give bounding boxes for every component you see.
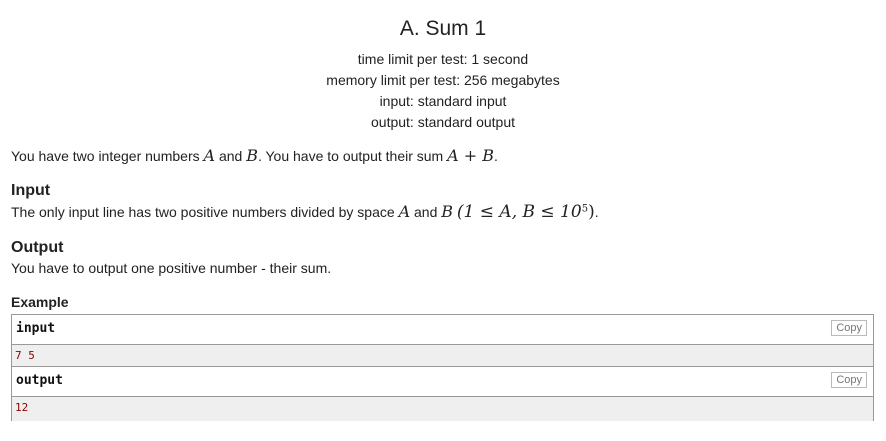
output-spec: output: standard output bbox=[371, 114, 515, 130]
problem-title: A. Sum 1 bbox=[399, 17, 487, 40]
legend-text: and bbox=[215, 148, 247, 164]
example-input-header: input Copy bbox=[12, 315, 873, 345]
legend-text: . bbox=[494, 148, 498, 164]
example-output-label: output bbox=[16, 373, 63, 388]
input-section-text: The only input line has two positive num… bbox=[11, 202, 599, 222]
math-a: A bbox=[398, 202, 411, 221]
math-b: B bbox=[441, 202, 454, 221]
math-constraint: (1 ≤ A, B ≤ 10 bbox=[456, 202, 582, 222]
output-section-title: Output bbox=[11, 239, 64, 256]
input-text: and bbox=[410, 204, 442, 220]
example-output-box: output Copy 12 bbox=[11, 366, 874, 421]
time-limit: time limit per test: 1 second bbox=[357, 51, 529, 67]
example-title: Example bbox=[11, 294, 69, 310]
problem-page: A. Sum 1 time limit per test: 1 second m… bbox=[0, 0, 886, 441]
memory-limit: memory limit per test: 256 megabytes bbox=[326, 72, 560, 88]
legend-text: . You have to output their sum bbox=[257, 148, 448, 164]
example-input-label: input bbox=[16, 321, 56, 336]
math-paren: ) bbox=[588, 202, 595, 222]
math-a: A bbox=[203, 146, 216, 165]
math-b: B bbox=[246, 146, 258, 165]
math-sum: A + B bbox=[447, 146, 494, 165]
input-text: . bbox=[594, 204, 599, 220]
legend-text: You have two integer numbers bbox=[11, 148, 204, 164]
input-spec: input: standard input bbox=[379, 93, 507, 109]
copy-output-button[interactable]: Copy bbox=[831, 372, 867, 388]
output-section-text: You have to output one positive number -… bbox=[11, 260, 332, 276]
example-input-box: input Copy 7 5 bbox=[11, 314, 874, 368]
example-input-value[interactable]: 7 5 bbox=[12, 345, 873, 368]
input-text: The only input line has two positive num… bbox=[11, 204, 399, 220]
copy-input-button[interactable]: Copy bbox=[831, 320, 867, 336]
input-section-title: Input bbox=[11, 182, 51, 199]
example-output-value[interactable]: 12 bbox=[12, 397, 873, 421]
problem-legend: You have two integer numbers A and B. Yo… bbox=[11, 146, 498, 165]
example-output-header: output Copy bbox=[12, 367, 873, 397]
